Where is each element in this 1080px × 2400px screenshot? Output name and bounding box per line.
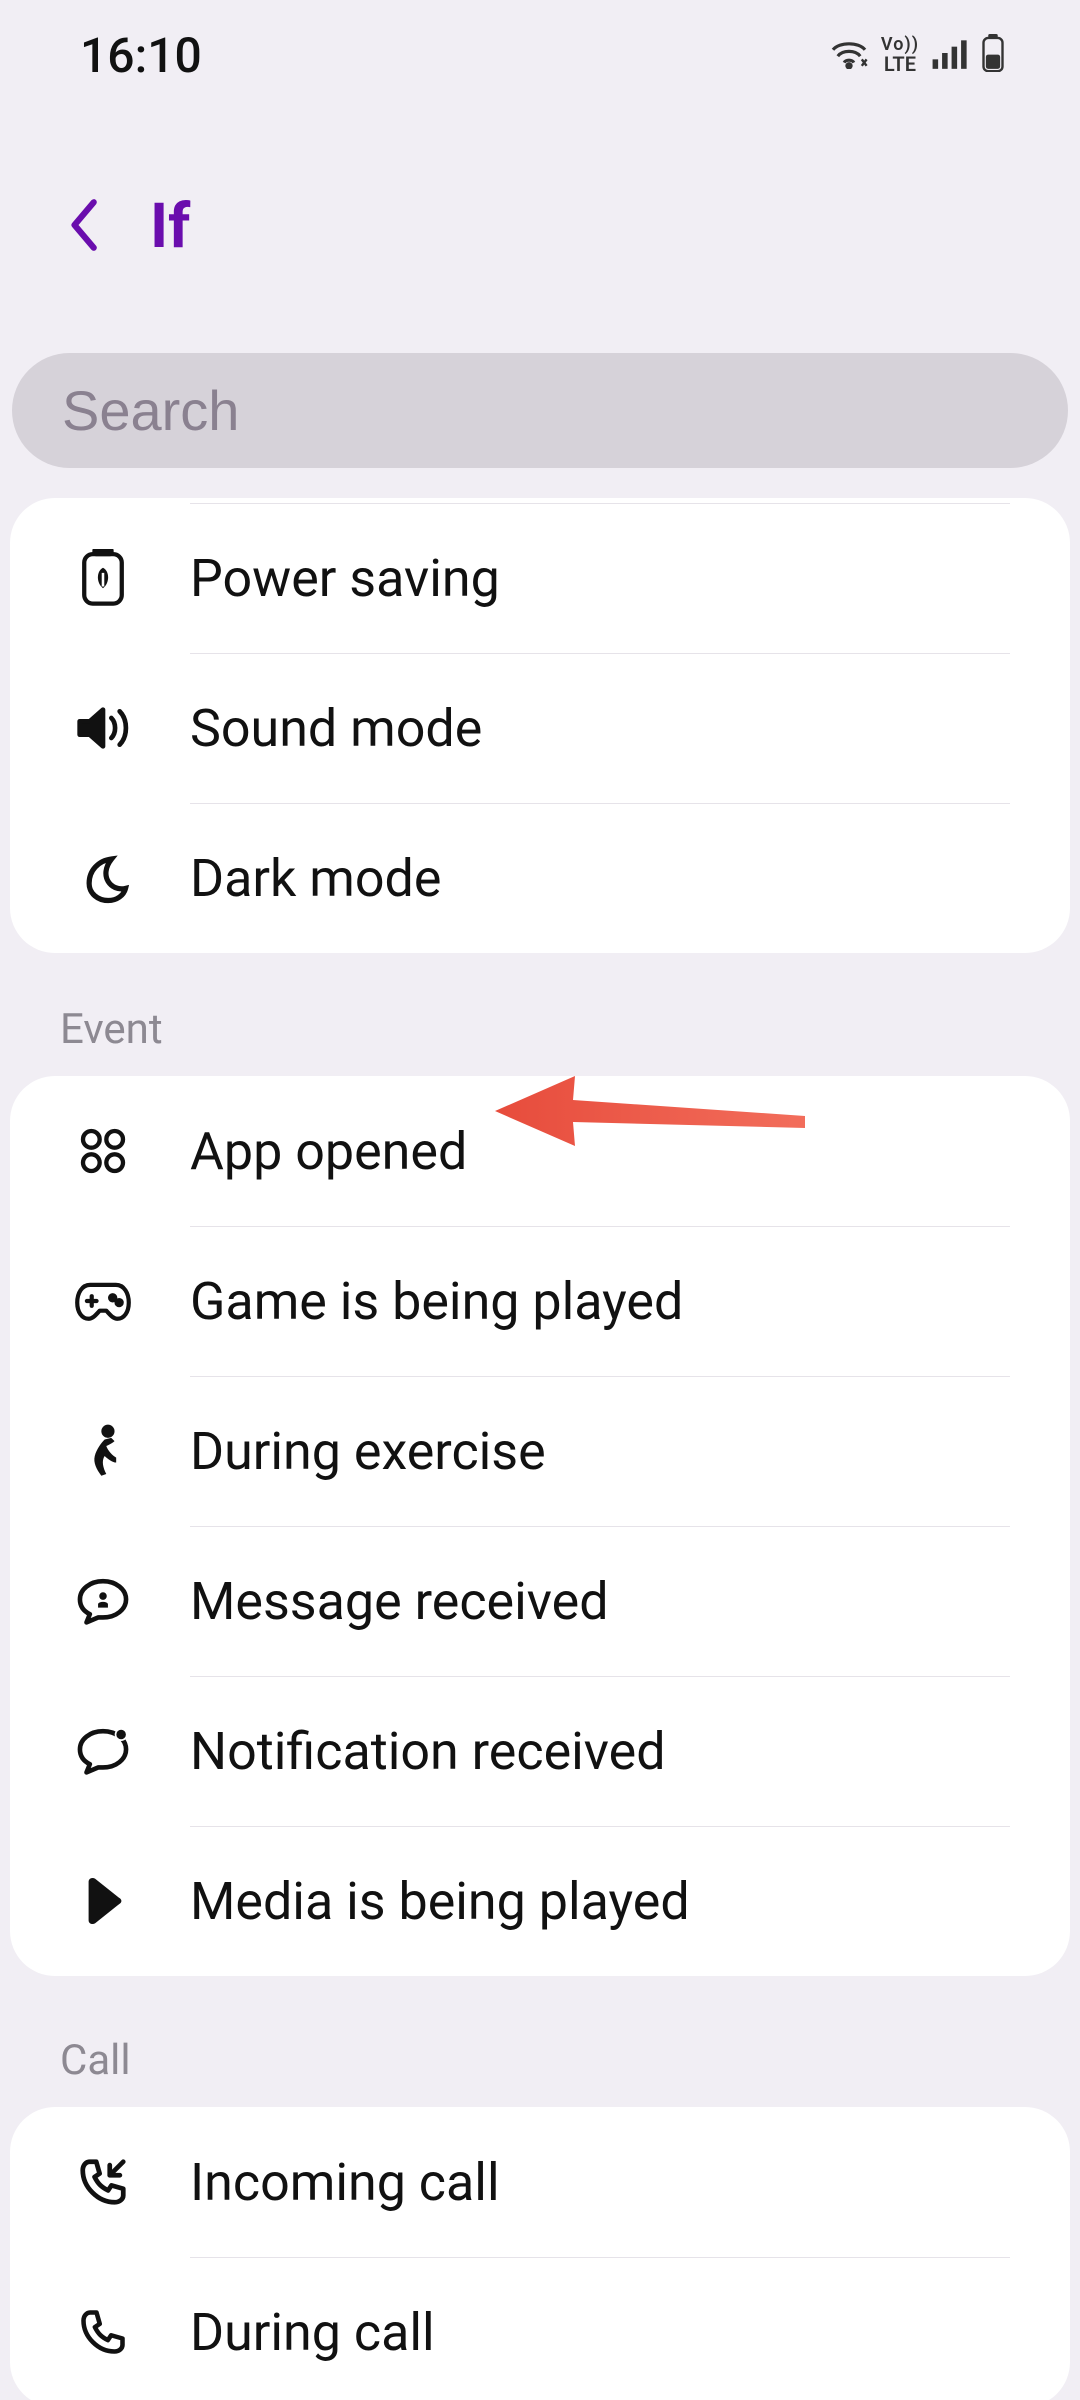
play-icon [70, 1877, 135, 1925]
status-time: 16:10 [80, 27, 202, 84]
section-header-call: Call [0, 2014, 1080, 2107]
battery-leaf-icon [70, 549, 135, 607]
row-app-opened[interactable]: App opened [10, 1076, 1070, 1226]
row-dark-mode[interactable]: Dark mode [10, 803, 1070, 953]
row-label: Media is being played [190, 1871, 690, 1932]
speaker-icon [70, 703, 135, 753]
row-game-playing[interactable]: Game is being played [10, 1226, 1070, 1376]
battery-icon [981, 34, 1005, 76]
signal-icon [931, 37, 969, 73]
row-sound-mode[interactable]: Sound mode [10, 653, 1070, 803]
row-label: Game is being played [190, 1271, 683, 1332]
gamepad-icon [70, 1279, 135, 1323]
back-button[interactable] [60, 202, 110, 252]
notification-icon [70, 1726, 135, 1776]
search-container [0, 353, 1080, 498]
page-title: If [150, 190, 190, 263]
row-label: Message received [190, 1571, 609, 1632]
status-icons: Vo)) LTE [829, 34, 1005, 76]
row-message-received[interactable]: Message received [10, 1526, 1070, 1676]
conditions-card-event: App opened Game is being played During e… [10, 1076, 1070, 1976]
moon-icon [70, 852, 135, 904]
row-label: Notification received [190, 1721, 666, 1782]
exercise-icon [70, 1423, 135, 1479]
status-bar: 16:10 Vo)) LTE [0, 0, 1080, 110]
volte-indicator: Vo)) LTE [881, 36, 919, 74]
row-label: During call [190, 2302, 435, 2363]
row-during-call[interactable]: During call [10, 2257, 1070, 2400]
search-input[interactable] [12, 353, 1068, 468]
section-header-event: Event [0, 983, 1080, 1076]
row-label: During exercise [190, 1421, 546, 1482]
row-label: Dark mode [190, 848, 441, 909]
row-label: Sound mode [190, 698, 482, 759]
conditions-card-status: Power saving Sound mode Dark mode [10, 498, 1070, 953]
row-label: Power saving [190, 548, 500, 609]
page-header: If [0, 110, 1080, 353]
phone-icon [70, 2306, 135, 2358]
row-during-exercise[interactable]: During exercise [10, 1376, 1070, 1526]
incoming-call-icon [70, 2155, 135, 2209]
message-icon [70, 1576, 135, 1626]
row-label: Incoming call [190, 2152, 500, 2213]
chevron-left-icon [65, 197, 105, 256]
row-power-saving[interactable]: Power saving [10, 503, 1070, 653]
row-incoming-call[interactable]: Incoming call [10, 2107, 1070, 2257]
row-notification-received[interactable]: Notification received [10, 1676, 1070, 1826]
wifi-icon [829, 37, 869, 73]
conditions-card-call: Incoming call During call [10, 2107, 1070, 2400]
row-media-playing[interactable]: Media is being played [10, 1826, 1070, 1976]
row-label: App opened [190, 1121, 467, 1182]
apps-icon [70, 1126, 135, 1176]
